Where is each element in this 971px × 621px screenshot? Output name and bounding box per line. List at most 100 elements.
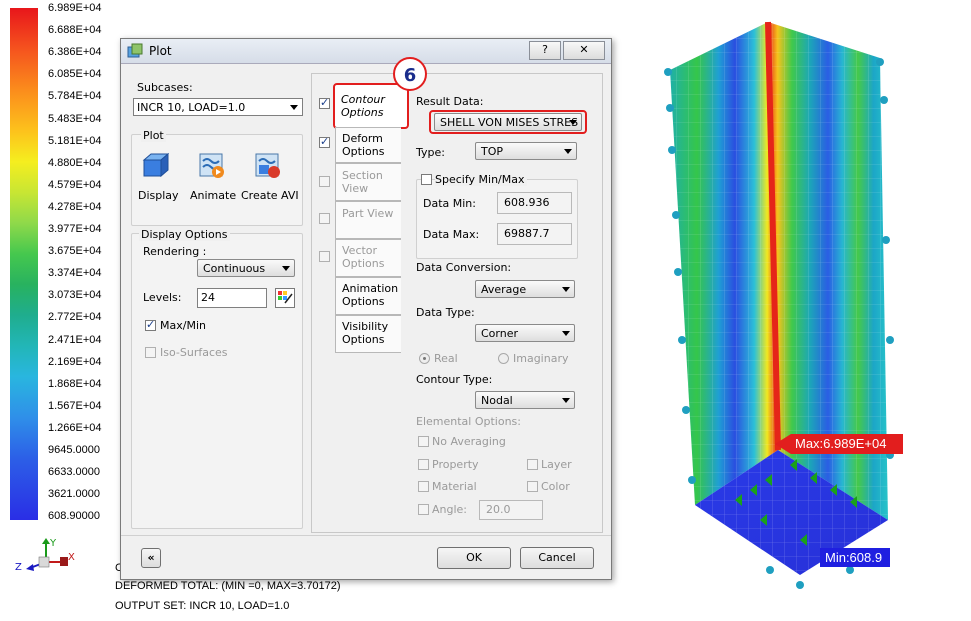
levels-label: Levels: <box>143 291 182 304</box>
deform-options-checkbox[interactable] <box>319 135 330 148</box>
elemental-options-label: Elemental Options: <box>416 415 521 428</box>
axis-z-label: Z <box>15 562 22 573</box>
legend-value: 4.278E+04 <box>48 200 102 213</box>
layer-checkbox[interactable] <box>527 459 538 470</box>
chevron-down-icon <box>569 120 577 125</box>
dialog-title: Plot <box>149 44 172 58</box>
tab-section-view[interactable]: Section View <box>335 163 401 201</box>
color-checkbox[interactable] <box>527 481 538 492</box>
create-avi-label: Create AVI <box>241 189 299 202</box>
legend-value: 1.567E+04 <box>48 399 102 412</box>
display-icon <box>142 152 169 178</box>
tab-animation-line2: Options <box>342 295 385 308</box>
tab-contour-options[interactable]: Contour Options <box>333 83 409 129</box>
display-button[interactable]: Display <box>135 149 179 209</box>
no-averaging-checkbox[interactable] <box>418 436 429 447</box>
help-button[interactable]: ? <box>529 41 561 60</box>
tab-deform-line2: Options <box>342 145 385 158</box>
legend-value: 2.471E+04 <box>48 333 102 346</box>
create-avi-button[interactable]: Create AVI <box>239 149 299 209</box>
tab-animation-line1: Animation <box>342 282 399 295</box>
levels-palette-icon[interactable] <box>275 288 295 308</box>
ok-button[interactable]: OK <box>437 547 511 569</box>
legend-value: 3.073E+04 <box>48 289 102 302</box>
contour-type-select[interactable]: Nodal <box>475 391 575 409</box>
legend-value: 5.181E+04 <box>48 134 102 147</box>
display-options-title: Display Options <box>139 228 230 241</box>
tab-visibility-options[interactable]: Visibility Options <box>335 315 401 353</box>
vector-options-checkbox[interactable] <box>319 251 330 262</box>
legend-value: 6633.0000 <box>48 466 100 479</box>
chevron-down-icon <box>562 287 570 292</box>
contour-type-label: Contour Type: <box>416 373 493 386</box>
data-min-label: Data Min: <box>423 197 476 210</box>
rendering-select[interactable]: Continuous <box>197 259 295 277</box>
specify-minmax-group <box>416 179 578 259</box>
levels-input[interactable]: 24 <box>197 288 267 308</box>
subcases-label: Subcases: <box>137 81 193 94</box>
chevron-down-icon <box>562 398 570 403</box>
axis-x-label: X <box>68 552 75 563</box>
dialog-titlebar[interactable]: Plot ? ✕ <box>121 39 611 64</box>
section-view-checkbox[interactable] <box>319 176 330 187</box>
legend-value: 1.266E+04 <box>48 421 102 434</box>
legend-value: 6.989E+04 <box>48 2 102 14</box>
display-label: Display <box>138 189 179 202</box>
legend-value: 6.085E+04 <box>48 68 102 81</box>
imaginary-radio[interactable] <box>498 353 509 364</box>
type-select[interactable]: TOP <box>475 142 577 160</box>
tab-animation-options[interactable]: Animation Options <box>335 277 401 315</box>
step-badge: 6 <box>393 57 427 91</box>
legend-value: 6.688E+04 <box>48 24 102 37</box>
material-checkbox[interactable] <box>418 481 429 492</box>
maxmin-checkbox[interactable] <box>145 318 156 331</box>
angle-field[interactable]: 20.0 <box>479 500 543 520</box>
iso-surfaces-checkbox[interactable] <box>145 347 156 358</box>
plot-dialog: Plot ? ✕ Subcases: INCR 10, LOAD=1.0 Plo… <box>120 38 612 580</box>
specify-minmax-checkbox[interactable] <box>421 174 432 185</box>
subcases-value: INCR 10, LOAD=1.0 <box>137 101 246 114</box>
chevron-down-icon <box>290 105 298 110</box>
real-radio[interactable] <box>419 353 430 364</box>
result-data-select[interactable]: SHELL VON MISES STRES <box>434 113 582 131</box>
data-conversion-value: Average <box>481 283 527 296</box>
fe-model-view[interactable] <box>640 10 970 610</box>
legend-value: 3.977E+04 <box>48 223 102 235</box>
legend-value: 4.880E+04 <box>48 156 102 169</box>
tab-contour-line1: Contour <box>341 93 385 106</box>
tab-part-view[interactable]: Part View <box>335 201 401 239</box>
contour-options-checkbox[interactable] <box>319 96 330 109</box>
legend-value: 5.483E+04 <box>48 112 102 125</box>
data-min-field[interactable]: 608.936 <box>497 192 572 214</box>
min-label: Min:608.9 <box>825 550 883 565</box>
data-type-value: Corner <box>481 327 519 340</box>
real-label: Real <box>434 352 458 365</box>
tab-section-line1: Section View <box>342 169 383 195</box>
animate-button[interactable]: Animate <box>187 149 237 209</box>
animate-label: Animate <box>190 189 237 202</box>
data-max-field[interactable]: 69887.7 <box>497 223 572 245</box>
subcases-select[interactable]: INCR 10, LOAD=1.0 <box>133 98 303 116</box>
collapse-button[interactable]: « <box>141 548 161 568</box>
data-conversion-select[interactable]: Average <box>475 280 575 298</box>
cancel-button[interactable]: Cancel <box>520 547 594 569</box>
part-view-checkbox[interactable] <box>319 213 330 224</box>
property-checkbox[interactable] <box>418 459 429 470</box>
result-data-value: SHELL VON MISES STRES <box>440 116 579 129</box>
close-button[interactable]: ✕ <box>563 41 605 60</box>
type-value: TOP <box>481 145 504 158</box>
maxmin-label: Max/Min <box>160 319 206 332</box>
data-max-label: Data Max: <box>423 228 480 241</box>
tab-vector-options[interactable]: Vector Options <box>335 239 401 277</box>
tab-contour-line2: Options <box>341 106 384 119</box>
data-type-select[interactable]: Corner <box>475 324 575 342</box>
angle-label: Angle: <box>432 503 468 516</box>
levels-value: 24 <box>201 291 215 304</box>
contour-type-value: Nodal <box>481 394 513 407</box>
legend-value: 3.675E+04 <box>48 245 102 258</box>
layer-label: Layer <box>541 458 572 471</box>
rendering-label: Rendering : <box>143 245 207 258</box>
angle-checkbox[interactable] <box>418 504 429 515</box>
tab-deform-options[interactable]: Deform Options <box>335 127 401 163</box>
max-marker: Max:6.989E+04 <box>775 434 903 454</box>
